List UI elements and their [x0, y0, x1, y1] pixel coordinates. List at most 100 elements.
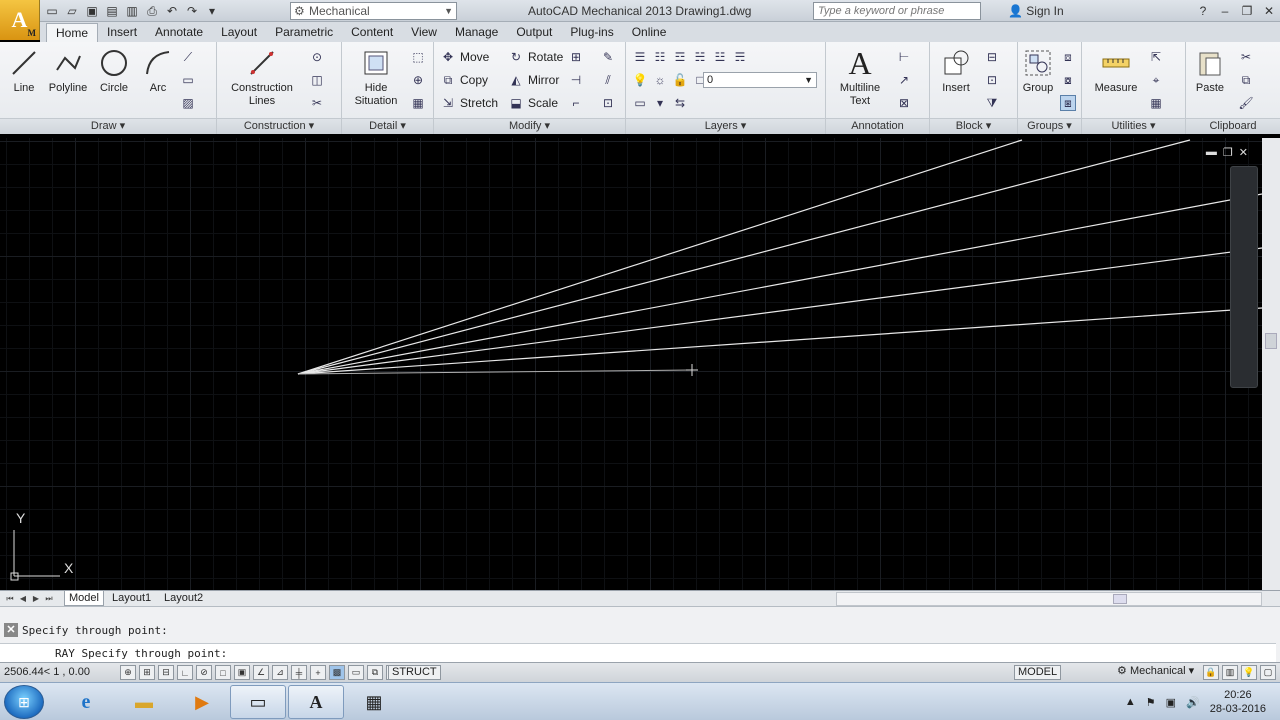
sign-in-link[interactable]: 👤 Sign In: [1008, 4, 1064, 18]
plot-icon[interactable]: ⎙: [144, 3, 160, 19]
taskbar-calculator[interactable]: ▦: [346, 685, 402, 719]
minimize-button[interactable]: –: [1214, 0, 1236, 22]
dynamic-input-icon[interactable]: ╪: [291, 665, 307, 680]
utility-tool-1[interactable]: ⇱: [1148, 48, 1164, 66]
erase-button[interactable]: ✎: [600, 48, 616, 66]
network-icon[interactable]: ▣: [1166, 696, 1176, 709]
construction-tool-1[interactable]: ⊙: [309, 48, 325, 66]
object-snap-icon[interactable]: □: [215, 665, 231, 680]
layer-state-icons[interactable]: 💡 ☼ 🔓 □: [632, 71, 708, 89]
web-mobile-icon[interactable]: ▥: [124, 3, 140, 19]
taskbar-media[interactable]: ▶: [174, 685, 230, 719]
insert-block-button[interactable]: Insert: [936, 46, 976, 95]
copy-clip-button[interactable]: ⧉: [1238, 71, 1254, 89]
layers-panel-title[interactable]: Layers ▾: [626, 118, 825, 134]
system-clock[interactable]: 20:26 28-03-2016: [1210, 688, 1266, 716]
edit-block-button[interactable]: ⊡: [984, 71, 1000, 89]
circle-button[interactable]: Circle: [96, 46, 132, 95]
ray-2[interactable]: [297, 139, 1191, 375]
workspace-select[interactable]: ⚙ Mechanical ▼: [290, 2, 457, 20]
block-attr-button[interactable]: ⧩: [984, 94, 1000, 112]
clean-screen-icon[interactable]: ▢: [1260, 665, 1276, 680]
coordinate-readout[interactable]: 2506.44< 1 , 0.00: [4, 666, 90, 678]
tab-view[interactable]: View: [402, 23, 446, 42]
transparency-icon[interactable]: ▩: [329, 665, 345, 680]
status-workspace[interactable]: ⚙ Mechanical ▾: [1114, 665, 1197, 680]
utilities-panel-title[interactable]: Utilities ▾: [1082, 118, 1185, 134]
explode-button[interactable]: ⊡: [600, 94, 616, 112]
hardware-accel-icon[interactable]: ▥: [1222, 665, 1238, 680]
model-space-button[interactable]: MODEL: [1014, 665, 1062, 680]
start-button[interactable]: ⊞: [4, 685, 44, 719]
detail-tool-3[interactable]: ▦: [410, 94, 426, 112]
tab-layout1[interactable]: Layout1: [108, 591, 155, 606]
restore-viewport-icon[interactable]: ❐: [1223, 146, 1233, 159]
search-input[interactable]: Type a keyword or phrase: [813, 2, 981, 20]
fillet-button[interactable]: ⌐: [568, 94, 584, 112]
offset-button[interactable]: ⫽: [600, 71, 616, 89]
tab-plug-ins[interactable]: Plug-ins: [561, 23, 622, 42]
tab-model[interactable]: Model: [64, 591, 104, 606]
tab-content[interactable]: Content: [342, 23, 402, 42]
help-icon[interactable]: ?: [1192, 0, 1214, 22]
taskbar-app-window[interactable]: ▭: [230, 685, 286, 719]
lock-ui-icon[interactable]: 🔒: [1203, 665, 1219, 680]
ray-5[interactable]: [297, 307, 1262, 375]
3d-osnap-icon[interactable]: ▣: [234, 665, 250, 680]
tab-online[interactable]: Online: [623, 23, 676, 42]
maximize-button[interactable]: ❐: [1236, 0, 1258, 22]
draw-tool-2[interactable]: ▭: [180, 71, 196, 89]
struct-toggle[interactable]: STRUCT: [388, 665, 441, 680]
line-button[interactable]: Line: [6, 46, 42, 95]
construction-tool-2[interactable]: ◫: [309, 71, 325, 89]
qat-dropdown-icon[interactable]: ▾: [204, 3, 220, 19]
grid-display-icon[interactable]: ⊟: [158, 665, 174, 680]
horizontal-scrollbar[interactable]: [836, 592, 1262, 606]
save-as-icon[interactable]: ▤: [104, 3, 120, 19]
tab-home[interactable]: Home: [46, 23, 99, 42]
construction-panel-title[interactable]: Construction ▾: [217, 118, 341, 134]
last-layout-icon[interactable]: ⏭: [43, 592, 55, 605]
utility-tool-2[interactable]: ⌖: [1148, 71, 1164, 89]
group-select-button[interactable]: ⧆: [1060, 94, 1076, 112]
layer-tools-row[interactable]: ▭ ▾ ⇆: [632, 94, 688, 112]
table-button[interactable]: ⊠: [896, 94, 912, 112]
detail-panel-title[interactable]: Detail ▾: [342, 118, 433, 134]
command-input[interactable]: RAY Specify through point:: [0, 643, 1276, 663]
annotation-panel-title[interactable]: Annotation: [826, 118, 929, 134]
horizontal-scroll-thumb[interactable]: [1113, 594, 1127, 604]
close-button[interactable]: ✕: [1258, 0, 1280, 22]
modify-panel-title[interactable]: Modify ▾: [434, 118, 625, 134]
stretch-button[interactable]: ⇲ Stretch: [440, 94, 498, 112]
redo-icon[interactable]: ↷: [184, 3, 200, 19]
move-button[interactable]: ✥ Move: [440, 48, 489, 66]
detail-tool-1[interactable]: ⬚: [410, 48, 426, 66]
utility-tool-3[interactable]: ▦: [1148, 94, 1164, 112]
trim-button[interactable]: ⊣: [568, 71, 584, 89]
mirror-button[interactable]: ◭ Mirror: [508, 71, 559, 89]
match-props-button[interactable]: 🖌: [1238, 94, 1254, 112]
infer-constraints-icon[interactable]: ⊕: [120, 665, 136, 680]
cut-button[interactable]: ✂: [1238, 48, 1254, 66]
draw-panel-title[interactable]: Draw ▾: [0, 118, 216, 134]
new-file-icon[interactable]: ▭: [44, 3, 60, 19]
show-hidden-icons[interactable]: ▲: [1125, 696, 1136, 708]
prev-layout-icon[interactable]: ◀: [17, 592, 29, 605]
tab-layout2[interactable]: Layout2: [160, 591, 207, 606]
ungroup-button[interactable]: ⧈: [1060, 48, 1076, 66]
snap-mode-icon[interactable]: ⊞: [139, 665, 155, 680]
undo-icon[interactable]: ↶: [164, 3, 180, 19]
taskbar-ie[interactable]: e: [58, 685, 114, 719]
scale-button[interactable]: ⬓ Scale: [508, 94, 558, 112]
draw-tool-3[interactable]: ▨: [180, 94, 196, 112]
application-menu-button[interactable]: A M: [0, 0, 40, 40]
layer-properties-button[interactable]: ☰ ☷ ☲ ☵ ☳ ☴: [632, 48, 748, 66]
polyline-button[interactable]: Polyline: [46, 46, 90, 95]
vertical-scroll-thumb[interactable]: [1265, 333, 1277, 349]
ray-3[interactable]: [297, 193, 1262, 375]
clipboard-panel-title[interactable]: Clipboard: [1186, 118, 1280, 134]
action-center-icon[interactable]: ⚑: [1146, 696, 1156, 709]
groups-panel-title[interactable]: Groups ▾: [1018, 118, 1081, 134]
close-viewport-icon[interactable]: ✕: [1239, 146, 1248, 159]
polar-tracking-icon[interactable]: ⊘: [196, 665, 212, 680]
